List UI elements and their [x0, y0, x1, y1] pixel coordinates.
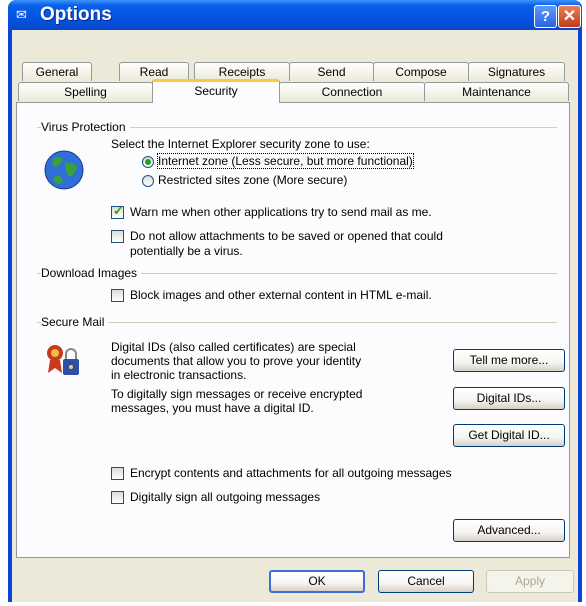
close-button[interactable]: ✕ [558, 5, 581, 28]
virus-protection-heading: Virus Protection [41, 120, 130, 134]
internet-zone-label[interactable]: Internet zone (Less secure, but more fun… [157, 153, 414, 169]
digital-ids-button[interactable]: Digital IDs... [453, 387, 565, 410]
apply-button[interactable]: Apply [486, 570, 574, 593]
sign-outgoing-label[interactable]: Digitally sign all outgoing messages [130, 490, 320, 504]
block-images-label[interactable]: Block images and other external content … [130, 288, 432, 302]
encrypt-outgoing-label[interactable]: Encrypt contents and attachments for all… [130, 466, 452, 480]
security-tab-panel: Virus Protection Select the Internet Exp… [16, 102, 570, 558]
warn-send-mail-label[interactable]: Warn me when other applications try to s… [130, 205, 432, 219]
advanced-button[interactable]: Advanced... [453, 519, 565, 542]
get-digital-id-button[interactable]: Get Digital ID... [453, 424, 565, 447]
cancel-button[interactable]: Cancel [378, 570, 474, 593]
sign-outgoing-checkbox[interactable] [111, 491, 124, 504]
block-attachments-label-line1[interactable]: Do not allow attachments to be saved or … [130, 229, 443, 243]
block-attachments-checkbox[interactable] [111, 230, 124, 243]
help-button[interactable]: ? [534, 5, 557, 28]
block-attachments-label-line2[interactable]: potentially be a virus. [130, 244, 243, 258]
checkmark-icon: ✓ [113, 203, 124, 218]
certificate-lock-icon [47, 345, 79, 375]
separator [37, 322, 557, 323]
mail-envelope-icon: ✉ [16, 7, 27, 22]
tab-signatures[interactable]: Signatures [468, 62, 565, 81]
dialog-body: General Read Receipts Send Compose Signa… [12, 30, 578, 602]
title-bar[interactable]: ✉ Options ? ✕ [8, 0, 582, 30]
tab-security[interactable]: Security [152, 79, 280, 103]
restricted-zone-radio[interactable] [142, 175, 154, 187]
tab-send[interactable]: Send [289, 62, 374, 81]
zone-prompt: Select the Internet Explorer security zo… [111, 137, 370, 151]
digital-id-requirement: To digitally sign messages or receive en… [111, 387, 363, 415]
download-images-heading: Download Images [41, 266, 142, 280]
restricted-zone-label[interactable]: Restricted sites zone (More secure) [158, 173, 347, 187]
tab-connection[interactable]: Connection [279, 82, 425, 101]
tab-compose[interactable]: Compose [373, 62, 469, 81]
tab-general[interactable]: General [22, 62, 92, 81]
warn-send-mail-checkbox[interactable]: ✓ [111, 203, 124, 219]
block-images-checkbox[interactable] [111, 289, 124, 302]
window-title: Options [40, 4, 112, 25]
options-window: ✉ Options ? ✕ General Read Receipts Send… [8, 0, 582, 602]
tab-spelling[interactable]: Spelling [18, 82, 153, 101]
internet-zone-radio[interactable] [142, 156, 154, 168]
ok-button[interactable]: OK [269, 570, 365, 593]
globe-icon [44, 150, 84, 190]
digital-id-description: Digital IDs (also called certificates) a… [111, 340, 362, 382]
tell-me-more-button[interactable]: Tell me more... [453, 349, 565, 372]
encrypt-outgoing-checkbox[interactable] [111, 467, 124, 480]
secure-mail-heading: Secure Mail [41, 315, 109, 329]
tab-maintenance[interactable]: Maintenance [424, 82, 569, 101]
